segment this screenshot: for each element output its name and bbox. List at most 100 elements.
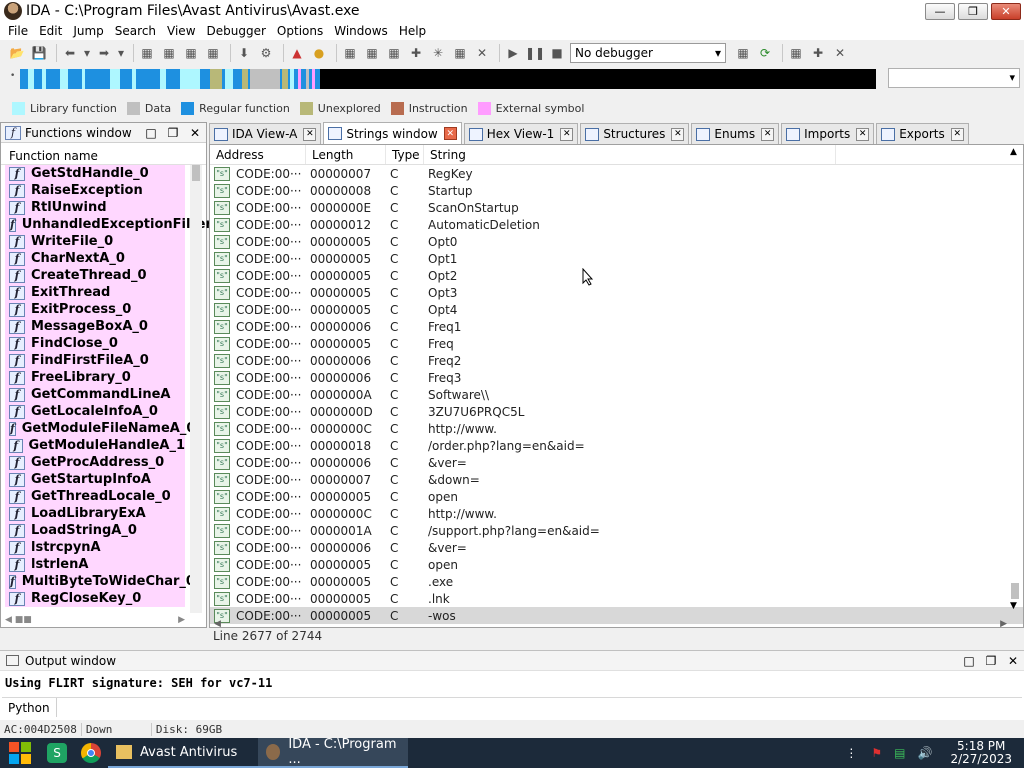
function-row[interactable]: f GetStartupInfoA [5, 471, 185, 488]
add-breakpoint-icon[interactable]: ▦ [787, 44, 805, 62]
string-icon[interactable]: ▦ [385, 44, 403, 62]
forward-arrow-icon[interactable]: ➡ [95, 44, 113, 62]
graph-icon[interactable]: ▲ [288, 44, 306, 62]
string-row[interactable]: "s" CODE:00··· 00000005 C Opt3 [210, 284, 1023, 301]
string-row[interactable]: "s" CODE:00··· 00000006 C Freq2 [210, 352, 1023, 369]
function-row[interactable]: f RtlUnwind [5, 199, 185, 216]
network-icon[interactable]: ▤ [894, 746, 905, 760]
more-icon[interactable]: ⋮ [845, 746, 857, 760]
navigation-strip[interactable] [20, 69, 876, 89]
string-row[interactable]: "s" CODE:00··· 00000007 C &down= [210, 471, 1023, 488]
string-row[interactable]: "s" CODE:00··· 0000000C Chttp://www. [210, 505, 1023, 522]
string-row[interactable]: "s" CODE:00··· 00000005 Copen [210, 488, 1023, 505]
function-row[interactable]: f FreeLibrary_0 [5, 369, 185, 386]
debugger-select[interactable]: No debugger ▾ [570, 43, 726, 63]
tab-close-icon[interactable]: ✕ [303, 127, 317, 141]
function-row[interactable]: f MessageBoxA_0 [5, 318, 185, 335]
function-row[interactable]: f LoadLibraryExA [5, 505, 185, 522]
close-pane-icon[interactable]: ✕ [184, 126, 206, 140]
string-row[interactable]: "s" CODE:00··· 00000005 Copen [210, 556, 1023, 573]
tab-close-icon[interactable]: ✕ [950, 127, 964, 141]
string-row[interactable]: "s" CODE:00··· 0000001A C/support.php?lang=… [210, 522, 1023, 539]
tab-close-icon[interactable]: ✕ [671, 127, 685, 141]
string-row[interactable]: "s" CODE:00··· 0000000A C Software\\ [210, 386, 1023, 403]
search-next-icon[interactable]: ▦ [204, 44, 222, 62]
function-row[interactable]: f CreateThread_0 [5, 267, 185, 284]
function-name-column-header[interactable]: Function name [1, 149, 206, 165]
jump-icon[interactable]: ⬇ [235, 44, 253, 62]
maximize-button[interactable]: ❐ [958, 2, 988, 20]
function-row[interactable]: f MultiByteToWideChar_0 [5, 573, 195, 590]
function-row[interactable]: f GetModuleFileNameA_0 [5, 420, 195, 437]
function-row[interactable]: f RaiseException [5, 182, 185, 199]
string-row[interactable]: "s" CODE:00··· 00000006 C &ver= [210, 539, 1023, 556]
menu-file[interactable]: File [8, 24, 28, 38]
function-row[interactable]: f GetStdHandle_0 [5, 165, 185, 182]
string-row[interactable]: "s" CODE:00··· 00000005 C -wos [210, 607, 1023, 624]
string-row[interactable]: "s" CODE:00··· 00000008 C Startup [210, 182, 1023, 199]
hscroll-left-icon[interactable]: ◀ [214, 619, 221, 629]
menu-search[interactable]: Search [115, 24, 156, 38]
text-search-icon[interactable]: ▦ [160, 44, 178, 62]
hscroll-right-icon[interactable]: ▶ [1000, 619, 1007, 629]
close-button[interactable]: ✕ [991, 2, 1021, 20]
hint-icon[interactable]: ● [310, 44, 328, 62]
string-row[interactable]: "s" CODE:00··· 00000005 C Opt0 [210, 233, 1023, 250]
function-row[interactable]: f GetModuleHandleA_1 [5, 437, 185, 454]
refresh-icon[interactable]: ⟳ [756, 44, 774, 62]
maximize-pane-icon[interactable]: □ [140, 126, 162, 140]
breakpoint-list-icon[interactable]: ✚ [809, 44, 827, 62]
function-row[interactable]: f LoadStringA_0 [5, 522, 185, 539]
array-icon[interactable]: ✚ [407, 44, 425, 62]
string-row[interactable]: "s" CODE:00··· 00000005 C .lnk [210, 590, 1023, 607]
python-language-button[interactable]: Python [2, 698, 57, 717]
python-command-input[interactable] [57, 698, 1022, 717]
menu-jump[interactable]: Jump [73, 24, 103, 38]
functions-scrollbar[interactable] [190, 165, 202, 613]
function-row[interactable]: f GetLocaleInfoA_0 [5, 403, 185, 420]
tab-close-icon[interactable]: ✕ [443, 127, 457, 140]
function-row[interactable]: f GetThreadLocale_0 [5, 488, 185, 505]
function-row[interactable]: f GetProcAddress_0 [5, 454, 185, 471]
tools-icon[interactable]: ✕ [831, 44, 849, 62]
start-button[interactable] [0, 738, 40, 768]
string-row[interactable]: "s" CODE:00··· 00000005 C .exe [210, 573, 1023, 590]
clock[interactable]: 5:18 PM 2/27/2023 [938, 740, 1024, 766]
type-column-header[interactable]: Type [386, 145, 424, 164]
string-row[interactable]: "s" CODE:00··· 00000006 C Freq3 [210, 369, 1023, 386]
function-row[interactable]: f FindClose_0 [5, 335, 185, 352]
function-row[interactable]: f GetCommandLineA [5, 386, 185, 403]
tab-exports[interactable]: Exports ✕ [876, 123, 969, 144]
strings-scrollbar[interactable]: ▲ ▼ [1009, 147, 1021, 611]
function-row[interactable]: f WriteFile_0 [5, 233, 185, 250]
float-pane-icon[interactable]: ❐ [980, 654, 1002, 668]
volume-icon[interactable]: 🔊 [918, 746, 933, 760]
string-row[interactable]: "s" CODE:00··· 00000018 C/order.php?lang=en… [210, 437, 1023, 454]
scrollbar-thumb[interactable] [1011, 583, 1019, 599]
string-row[interactable]: "s" CODE:00··· 00000007 C RegKey [210, 165, 1023, 182]
close-pane-icon[interactable]: ✕ [1002, 654, 1024, 668]
stop-icon[interactable]: ■ [548, 44, 566, 62]
binary-search-icon[interactable]: ▦ [138, 44, 156, 62]
function-row[interactable]: f lstrlenA [5, 556, 185, 573]
tab-enums[interactable]: Enums ✕ [691, 123, 780, 144]
string-row[interactable]: "s" CODE:00··· 0000000D C 3ZU7U6PRQC5L [210, 403, 1023, 420]
function-row[interactable]: f lstrcpynA [5, 539, 185, 556]
tab-structures[interactable]: Structures ✕ [580, 123, 690, 144]
menu-windows[interactable]: Windows [334, 24, 388, 38]
tab-close-icon[interactable]: ✕ [761, 127, 775, 141]
taskbar-app-avast[interactable]: Avast Antivirus [108, 738, 258, 768]
menu-help[interactable]: Help [399, 24, 426, 38]
minimize-button[interactable]: — [925, 2, 955, 20]
play-icon[interactable]: ▶ [504, 44, 522, 62]
scroll-down-icon[interactable]: ▼ [1010, 601, 1017, 611]
taskbar-app-ida[interactable]: IDA - C:\Program ... [258, 737, 408, 768]
menu-edit[interactable]: Edit [39, 24, 62, 38]
immediate-search-icon[interactable]: ▦ [182, 44, 200, 62]
string-row[interactable]: "s" CODE:00··· 00000005 C Opt4 [210, 301, 1023, 318]
run-script-icon[interactable]: ▦ [734, 44, 752, 62]
undefine-icon[interactable]: ✕ [473, 44, 491, 62]
scroll-up-icon[interactable]: ▲ [1010, 147, 1017, 157]
function-row[interactable]: f UnhandledExceptionFilter [5, 216, 212, 233]
function-row[interactable]: f FindFirstFileA_0 [5, 352, 185, 369]
